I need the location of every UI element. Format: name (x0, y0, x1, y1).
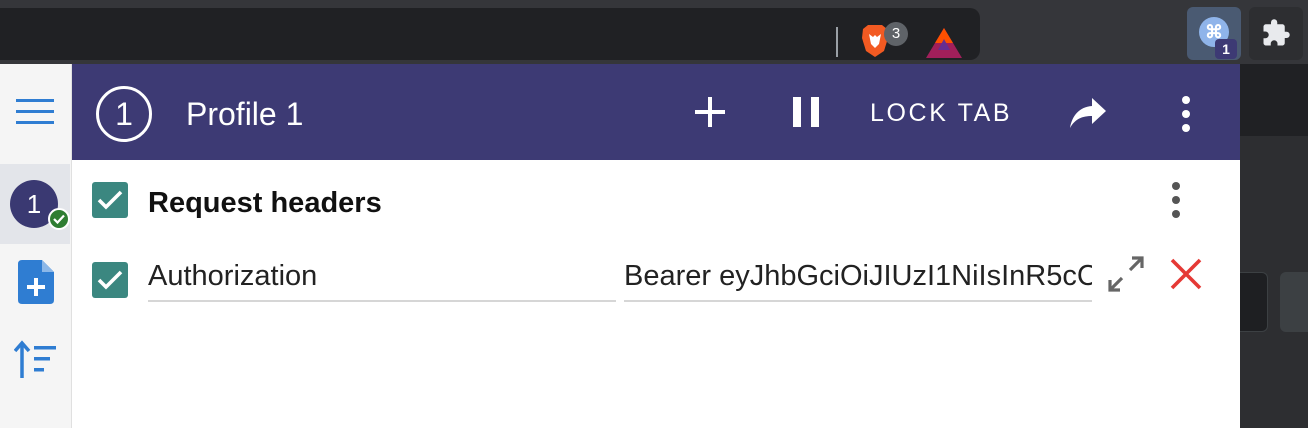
profile-badge[interactable]: 1 (96, 86, 152, 142)
extension-badge: 1 (1215, 39, 1237, 59)
header-value-input[interactable]: Bearer eyJhbGciOiJIUzI1NiIsInR5cCI6IkpXV… (624, 256, 1092, 302)
hamburger-menu-icon (16, 99, 54, 124)
check-icon (97, 190, 123, 210)
modheader-extension-button[interactable]: ⌘ 1 (1187, 7, 1241, 60)
address-bar[interactable]: 3 (0, 8, 980, 60)
shields-count-badge: 3 (884, 22, 908, 46)
extensions-menu-button[interactable] (1249, 7, 1303, 60)
request-headers-checkbox[interactable] (92, 182, 128, 218)
section-more-vert-icon[interactable] (1162, 180, 1190, 220)
modheader-popup: 1 1 Profile 1 LOCK TAB Request headers A… (0, 64, 1240, 428)
expand-icon[interactable] (1106, 254, 1146, 294)
more-vert-icon[interactable] (1172, 94, 1200, 134)
address-bar-separator (836, 27, 838, 57)
active-check-icon (48, 208, 70, 230)
puzzle-extensions-icon (1263, 19, 1290, 46)
add-file-icon[interactable] (18, 260, 54, 304)
sort-icon[interactable] (14, 340, 58, 380)
check-icon (97, 270, 123, 290)
lock-tab-button[interactable]: LOCK TAB (870, 98, 1012, 128)
profile-header: 1 Profile 1 LOCK TAB (72, 64, 1240, 160)
header-enabled-checkbox[interactable] (92, 262, 128, 298)
sidebar: 1 (0, 64, 72, 428)
section-title: Request headers (148, 187, 382, 219)
pause-icon[interactable] (790, 96, 822, 128)
menu-button[interactable] (0, 64, 72, 160)
bat-rewards-icon[interactable] (924, 26, 964, 60)
header-name-input[interactable]: Authorization (148, 256, 616, 302)
share-icon[interactable] (1068, 94, 1108, 132)
add-icon[interactable] (690, 92, 730, 132)
profile-title[interactable]: Profile 1 (186, 94, 303, 134)
delete-icon[interactable] (1168, 256, 1204, 292)
page-background-box (1240, 272, 1268, 332)
sidebar-item-profile[interactable]: 1 (0, 164, 70, 244)
page-background-box (1280, 272, 1308, 332)
browser-toolbar: 3 ⌘ 1 (0, 0, 1308, 64)
